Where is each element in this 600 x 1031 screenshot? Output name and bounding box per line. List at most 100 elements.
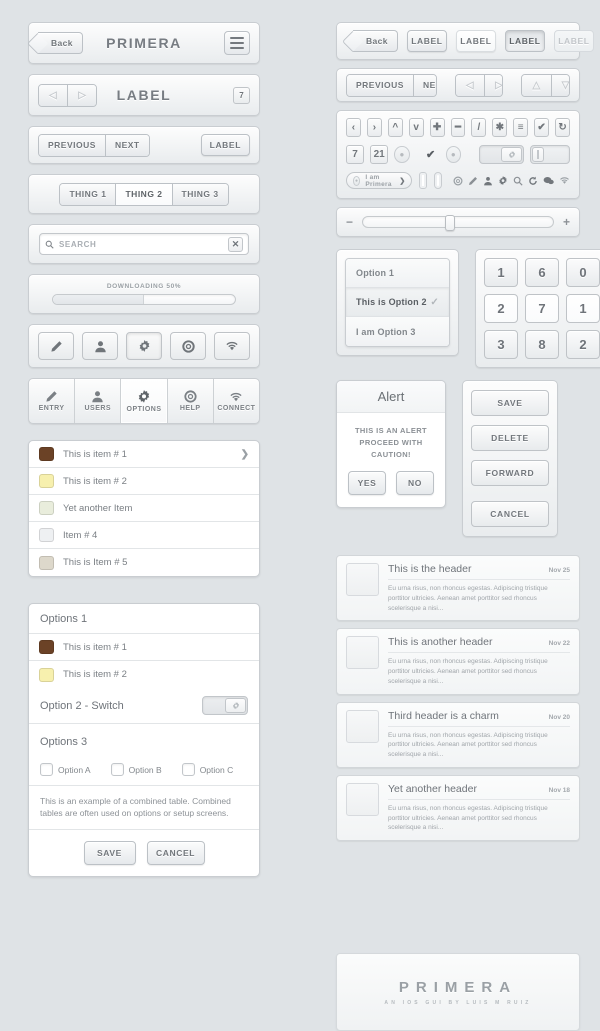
checkbox-icon[interactable] — [40, 763, 53, 776]
option-row-1[interactable]: Option 1 — [346, 259, 449, 288]
segment-thing-2[interactable]: THING 2 — [116, 183, 173, 205]
pencil-icon-button[interactable] — [38, 332, 74, 360]
back-button[interactable]: Back — [38, 32, 83, 54]
list-item[interactable]: This is item # 2 — [29, 468, 259, 495]
keypad-key-1[interactable]: 1 — [484, 258, 518, 287]
checkbox-group-item[interactable]: Option C — [181, 763, 248, 776]
cancel-button[interactable]: CANCEL — [146, 840, 205, 865]
checkbox-square-icon[interactable] — [419, 172, 428, 189]
save-button[interactable]: SAVE — [83, 840, 136, 865]
triangle-right-icon[interactable]: ▷ — [68, 84, 97, 106]
checkbox-icon[interactable] — [110, 763, 124, 776]
checkbox-rounded-icon[interactable] — [434, 172, 442, 189]
card[interactable]: This is another header Nov 22 Eu urna risu… — [336, 628, 580, 695]
list-item[interactable]: Item # 4 — [29, 522, 259, 549]
card[interactable]: This is the header Nov 25 Eu urna risus, n… — [336, 555, 580, 622]
prev-next-group-right[interactable]: PREVIOUS NEXT — [346, 73, 437, 97]
alert-no-button[interactable]: NO — [396, 471, 434, 495]
triangle-down-icon[interactable]: ▽ — [551, 74, 570, 96]
next-button-right[interactable]: NEXT — [413, 74, 436, 96]
chevron-right-icon[interactable]: › — [366, 118, 382, 137]
stack-save-button[interactable]: SAVE — [471, 390, 549, 416]
label-button-light[interactable]: LABEL — [455, 30, 496, 52]
alert-yes-button[interactable]: YES — [348, 471, 386, 495]
gear-icon[interactable] — [498, 175, 508, 186]
tab-options[interactable]: OPTIONS — [121, 379, 168, 423]
person-icon-button[interactable] — [82, 332, 118, 360]
list-item[interactable]: Yet another Item — [29, 495, 259, 522]
lifering-icon[interactable] — [453, 176, 463, 186]
slider-handle[interactable] — [444, 215, 455, 231]
left-right-arrow-pad[interactable]: ◁ ▷ — [454, 73, 504, 97]
search-input[interactable]: SEARCH ✕ — [39, 233, 249, 255]
close-icon[interactable]: ✕ — [228, 236, 243, 252]
person-icon[interactable] — [483, 176, 493, 186]
list-item[interactable]: This is Item # 5 — [29, 549, 259, 576]
checkbox-group-item[interactable]: Option B — [110, 763, 176, 776]
option-row-2[interactable]: This is Option 2 ✓ — [346, 288, 449, 317]
keypad-key-0[interactable]: 0 — [566, 258, 600, 287]
search-icon[interactable] — [513, 176, 523, 186]
previous-button-right[interactable]: PREVIOUS — [347, 74, 414, 96]
primera-pill[interactable]: ● I am Primera ❯ — [346, 172, 413, 189]
wifi-icon[interactable] — [559, 176, 570, 185]
segment-thing-1[interactable]: THING 1 — [60, 183, 117, 205]
option-row-3[interactable]: I am Option 3 — [346, 317, 449, 346]
tab-connect[interactable]: CONNECT — [214, 379, 259, 423]
triangle-right-icon[interactable]: ▷ — [485, 74, 503, 96]
keypad-key-3[interactable]: 3 — [484, 330, 518, 359]
checkbox-icon[interactable] — [181, 763, 195, 776]
stack-delete-button[interactable]: DELETE — [471, 425, 549, 451]
list-item[interactable]: This is item # 1 ❯ — [29, 441, 259, 468]
refresh-icon[interactable] — [528, 176, 538, 186]
label-button[interactable]: LABEL — [200, 134, 250, 156]
asterisk-icon[interactable]: ✱ — [492, 118, 508, 137]
segmented-control[interactable]: THING 1 THING 2 THING 3 — [59, 182, 229, 206]
triangle-left-icon[interactable]: ◁ — [39, 84, 69, 106]
chat-icon[interactable] — [543, 176, 554, 186]
card[interactable]: Yet another header Nov 18 Eu urna risus, n… — [336, 774, 580, 841]
stack-cancel-button[interactable]: CANCEL — [471, 501, 549, 527]
label-button-normal[interactable]: LABEL — [406, 30, 447, 52]
list-item[interactable]: This is item # 1 — [29, 634, 259, 661]
slider-track[interactable] — [362, 215, 554, 231]
keypad-key-1[interactable]: 1 — [566, 294, 600, 323]
chevron-up-icon[interactable]: ^ — [387, 118, 403, 137]
label-button-pressed[interactable]: LABEL — [504, 30, 545, 52]
card[interactable]: Third header is a charm Nov 20 Eu urna ris… — [336, 701, 580, 768]
triangle-up-icon[interactable]: △ — [522, 74, 552, 96]
keypad-key-2[interactable]: 2 — [566, 330, 600, 359]
up-down-arrow-pad[interactable]: △ ▽ — [521, 73, 571, 97]
keypad-key-2[interactable]: 2 — [484, 294, 518, 323]
wifi-icon-button[interactable] — [214, 332, 250, 360]
check-icon[interactable]: ✔ — [534, 118, 550, 137]
equals-icon[interactable]: ≡ — [513, 118, 529, 137]
minus-icon[interactable]: ━ — [450, 118, 466, 137]
slash-icon[interactable]: / — [471, 118, 487, 137]
lifering-icon-button[interactable] — [170, 332, 206, 360]
checkbox-group-item[interactable]: Option A — [40, 763, 105, 776]
slider-minus-icon[interactable]: − — [346, 215, 353, 229]
toggle-switch-bar[interactable] — [530, 145, 570, 164]
refresh-icon[interactable]: ↻ — [555, 118, 570, 137]
next-button[interactable]: NEXT — [105, 134, 149, 156]
back-button-right[interactable]: Back — [353, 30, 398, 52]
tab-users[interactable]: USERS — [75, 379, 122, 423]
prev-next-group[interactable]: PREVIOUS NEXT — [38, 133, 150, 157]
plus-icon[interactable]: ✚ — [429, 118, 445, 137]
prev-next-arrow-group[interactable]: ◁ ▷ — [38, 83, 98, 107]
keypad-key-7[interactable]: 7 — [525, 294, 559, 323]
pencil-icon[interactable] — [468, 176, 478, 186]
keypad-key-6[interactable]: 6 — [525, 258, 559, 287]
segment-thing-3[interactable]: THING 3 — [172, 183, 228, 205]
keypad-key-8[interactable]: 8 — [525, 330, 559, 359]
hamburger-icon[interactable] — [224, 31, 250, 55]
slider-plus-icon[interactable]: + — [563, 215, 570, 229]
tab-help[interactable]: HELP — [168, 379, 214, 423]
tab-entry[interactable]: ENTRY — [29, 379, 76, 423]
chevron-left-icon[interactable]: ‹ — [346, 118, 361, 137]
chevron-down-icon[interactable]: v — [408, 118, 424, 137]
gear-icon-button[interactable] — [126, 332, 162, 360]
stack-forward-button[interactable]: FORWARD — [471, 460, 549, 486]
previous-button[interactable]: PREVIOUS — [39, 134, 106, 156]
